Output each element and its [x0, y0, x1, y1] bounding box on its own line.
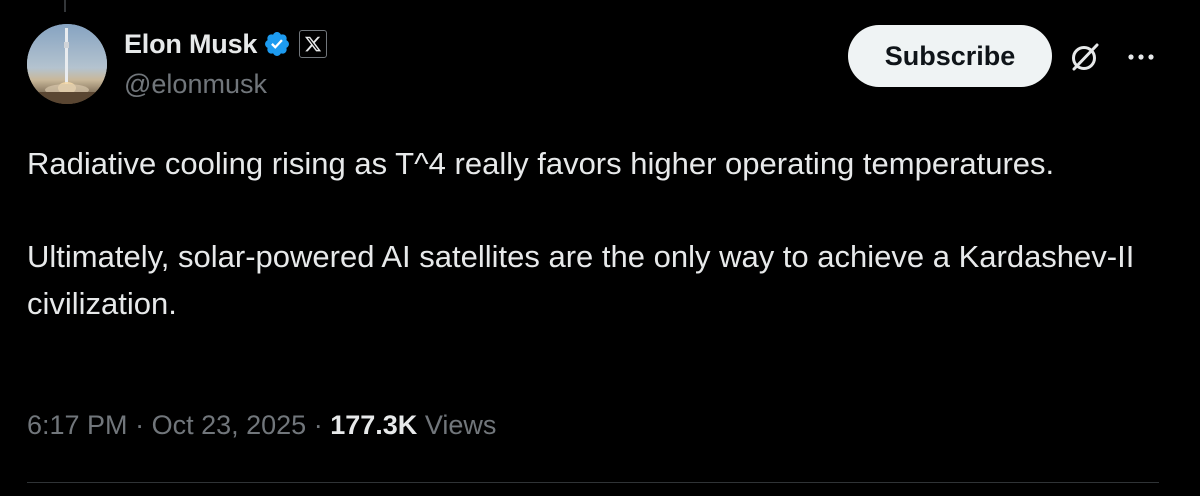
- verified-badge-icon[interactable]: [263, 30, 291, 58]
- views-label: Views: [424, 410, 497, 440]
- tweet-paragraph: Radiative cooling rising as T^4 really f…: [27, 146, 1055, 181]
- thread-connector-line: [64, 0, 66, 12]
- grok-icon[interactable]: [1068, 40, 1102, 74]
- tweet-text: Radiative cooling rising as T^4 really f…: [27, 140, 1167, 327]
- subscribe-button[interactable]: Subscribe: [848, 25, 1052, 87]
- tweet-time[interactable]: 6:17 PM: [27, 410, 128, 440]
- views-count: 177.3K: [330, 410, 418, 440]
- tweet-paragraph: Ultimately, solar-powered AI satellites …: [27, 239, 1135, 321]
- author-display-name[interactable]: Elon Musk: [124, 29, 257, 60]
- x-logo-icon[interactable]: [299, 30, 328, 58]
- avatar-rocket-image: [27, 24, 107, 104]
- tweet-metadata: 6:17 PM · Oct 23, 2025 · 177.3K Views: [27, 410, 496, 441]
- author-name-row: Elon Musk: [124, 26, 328, 62]
- meta-separator: ·: [313, 410, 323, 440]
- divider: [27, 482, 1159, 483]
- avatar[interactable]: [27, 24, 107, 104]
- meta-separator: ·: [135, 410, 145, 440]
- tweet-date[interactable]: Oct 23, 2025: [152, 410, 307, 440]
- more-options-icon[interactable]: [1124, 40, 1158, 74]
- author-handle[interactable]: @elonmusk: [124, 69, 267, 100]
